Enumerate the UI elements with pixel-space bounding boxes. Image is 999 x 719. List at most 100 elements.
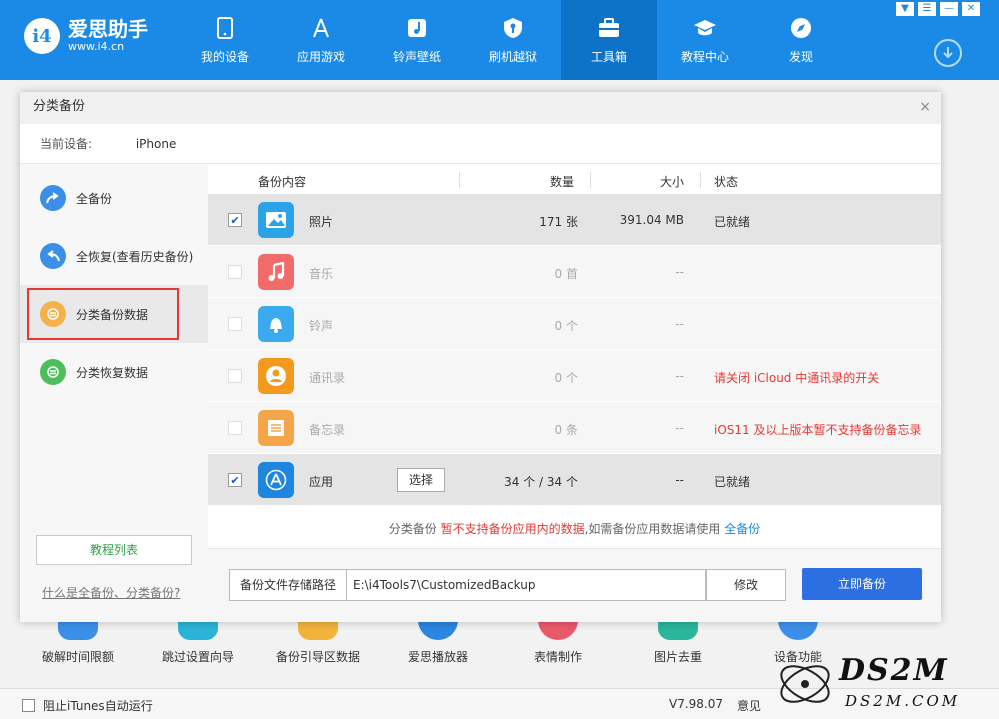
- app-logo: i4 爱思助手 www.i4.cn: [24, 18, 148, 54]
- help-link[interactable]: 什么是全备份、分类备份?: [42, 584, 180, 601]
- row-qty: 0 个: [554, 371, 578, 385]
- table-row[interactable]: 音乐 0 首 --: [208, 246, 941, 298]
- photo-icon: [258, 202, 294, 238]
- notice-warning: 暂不支持备份应用内的数据: [440, 522, 585, 536]
- highlight-box: [27, 288, 179, 340]
- feedback-link[interactable]: 意见: [737, 697, 761, 714]
- music-icon: [258, 254, 294, 290]
- row-status: 已就绪: [714, 475, 751, 489]
- nav-label: 发现: [788, 49, 813, 64]
- nav-label: 应用游戏: [296, 49, 345, 64]
- nav-toolbox[interactable]: 工具箱: [561, 0, 657, 80]
- shield-key-icon: [501, 16, 525, 40]
- nav-tutorials[interactable]: 教程中心: [657, 0, 753, 80]
- minimize-button[interactable]: —: [940, 2, 958, 16]
- table-row[interactable]: 铃声 0 个 --: [208, 298, 941, 350]
- row-name: 铃声: [309, 319, 334, 333]
- device-name: iPhone: [135, 137, 177, 151]
- nav-label: 工具箱: [590, 49, 627, 64]
- row-name: 音乐: [309, 267, 334, 281]
- row-qty: 171 张: [539, 215, 578, 229]
- nav-label: 教程中心: [680, 49, 729, 64]
- tutorial-list-button[interactable]: 教程列表: [36, 535, 192, 565]
- menu-button[interactable]: ☰: [918, 2, 936, 16]
- table-header: 备份内容 数量 大小 状态: [208, 164, 941, 194]
- backup-now-button[interactable]: 立即备份: [802, 568, 922, 600]
- backup-menu: 全备份 全恢复(查看历史备份) 分类备份数据 分类恢复数据 教程列表 什么是全备…: [20, 164, 208, 622]
- row-checkbox[interactable]: ✔: [228, 473, 242, 487]
- nav-discover[interactable]: 发现: [753, 0, 849, 80]
- app-store-icon: [258, 462, 294, 498]
- phone-icon: [213, 16, 237, 40]
- path-label: 备份文件存储路径: [229, 569, 347, 601]
- select-apps-button[interactable]: 选择: [397, 468, 445, 492]
- main-nav: 我的设备 应用游戏 铃声壁纸 刷机越狱 工具箱 教程中心 发现: [177, 0, 849, 80]
- nav-apps-games[interactable]: 应用游戏: [273, 0, 369, 80]
- row-qty: 0 首: [554, 267, 578, 281]
- category-restore-icon: [40, 359, 66, 385]
- nav-label: 刷机越狱: [488, 49, 537, 64]
- row-name: 应用: [309, 475, 334, 489]
- row-checkbox[interactable]: [228, 265, 242, 279]
- row-status: iOS11 及以上版本暂不支持备份备忘录: [714, 423, 922, 437]
- current-device-row: 当前设备: iPhone: [20, 124, 941, 164]
- menu-label: 全恢复(查看历史备份): [76, 249, 194, 264]
- block-itunes-toggle[interactable]: 阻止iTunes自动运行: [22, 697, 153, 714]
- graduation-cap-icon: [693, 16, 717, 40]
- backup-notice: 分类备份 暂不支持备份应用内的数据,如需备份应用数据请使用 全备份: [388, 522, 761, 536]
- dialog-title: 分类备份: [33, 99, 86, 114]
- category-backup-dialog: 分类备份 × 当前设备: iPhone 全备份 全恢复(查看历史备份) 分类备份…: [20, 92, 941, 622]
- table-row[interactable]: 通讯录 0 个 -- 请关闭 iCloud 中通讯录的开关: [208, 350, 941, 402]
- menu-full-backup[interactable]: 全备份: [20, 169, 208, 227]
- contact-icon: [258, 358, 294, 394]
- row-name: 备忘录: [309, 423, 346, 437]
- row-checkbox[interactable]: [228, 421, 242, 435]
- row-size: --: [675, 369, 684, 383]
- table-row[interactable]: 备忘录 0 条 -- iOS11 及以上版本暂不支持备份备忘录: [208, 402, 941, 454]
- table-row[interactable]: ✔ 应用 选择 34 个 / 34 个 -- 已就绪: [208, 454, 941, 506]
- window-controls: ▼ ☰ — ✕: [896, 2, 980, 16]
- row-qty: 34 个 / 34 个: [504, 475, 578, 489]
- logo-url: www.i4.cn: [68, 40, 125, 53]
- path-row: 备份文件存储路径 E:\i4Tools7\CustomizedBackup 修改…: [208, 548, 941, 622]
- forward-arrow-icon: [40, 185, 66, 211]
- top-bar: i4 爱思助手 www.i4.cn 我的设备 应用游戏 铃声壁纸 刷机越狱 工具…: [0, 0, 999, 80]
- row-checkbox[interactable]: ✔: [228, 213, 242, 227]
- full-backup-link[interactable]: 全备份: [724, 522, 760, 536]
- row-checkbox[interactable]: [228, 369, 242, 383]
- close-button[interactable]: ✕: [962, 2, 980, 16]
- modify-path-button[interactable]: 修改: [706, 569, 786, 601]
- skin-button[interactable]: ▼: [896, 2, 914, 16]
- nav-flash-jailbreak[interactable]: 刷机越狱: [465, 0, 561, 80]
- version-text: V7.98.07: [669, 697, 724, 711]
- nav-label: 铃声壁纸: [392, 49, 441, 64]
- back-arrow-icon: [40, 243, 66, 269]
- backup-content-table: 备份内容 数量 大小 状态 ✔ 照片 171 张 391.04 MB 已就绪 音…: [208, 164, 941, 506]
- logo-mark: i4: [24, 18, 60, 54]
- row-checkbox[interactable]: [228, 317, 242, 331]
- svg-text:DS2M.COM: DS2M.COM: [844, 692, 960, 710]
- table-row[interactable]: ✔ 照片 171 张 391.04 MB 已就绪: [208, 194, 941, 246]
- row-status: 请关闭 iCloud 中通讯录的开关: [714, 371, 880, 385]
- device-label: 当前设备:: [40, 137, 93, 151]
- nav-label: 我的设备: [200, 49, 249, 64]
- checkbox[interactable]: [22, 699, 35, 712]
- app-store-icon: [309, 16, 333, 40]
- menu-label: 分类恢复数据: [76, 365, 149, 380]
- nav-my-device[interactable]: 我的设备: [177, 0, 273, 80]
- music-note-icon: [405, 16, 429, 40]
- dialog-close-icon[interactable]: ×: [919, 92, 931, 122]
- toolbox-icon: [597, 16, 621, 40]
- row-size: --: [675, 265, 684, 279]
- download-icon[interactable]: [934, 39, 962, 67]
- notes-icon: [258, 410, 294, 446]
- watermark-logo: DS2M DS2M.COM: [775, 648, 985, 714]
- row-qty: 0 条: [554, 423, 578, 437]
- row-name: 照片: [309, 215, 334, 229]
- menu-category-restore[interactable]: 分类恢复数据: [20, 343, 208, 401]
- row-size: --: [675, 473, 684, 487]
- path-input[interactable]: E:\i4Tools7\CustomizedBackup: [346, 569, 706, 601]
- dialog-title-bar: 分类备份 ×: [20, 92, 941, 124]
- menu-full-restore[interactable]: 全恢复(查看历史备份): [20, 227, 208, 285]
- nav-ringtones[interactable]: 铃声壁纸: [369, 0, 465, 80]
